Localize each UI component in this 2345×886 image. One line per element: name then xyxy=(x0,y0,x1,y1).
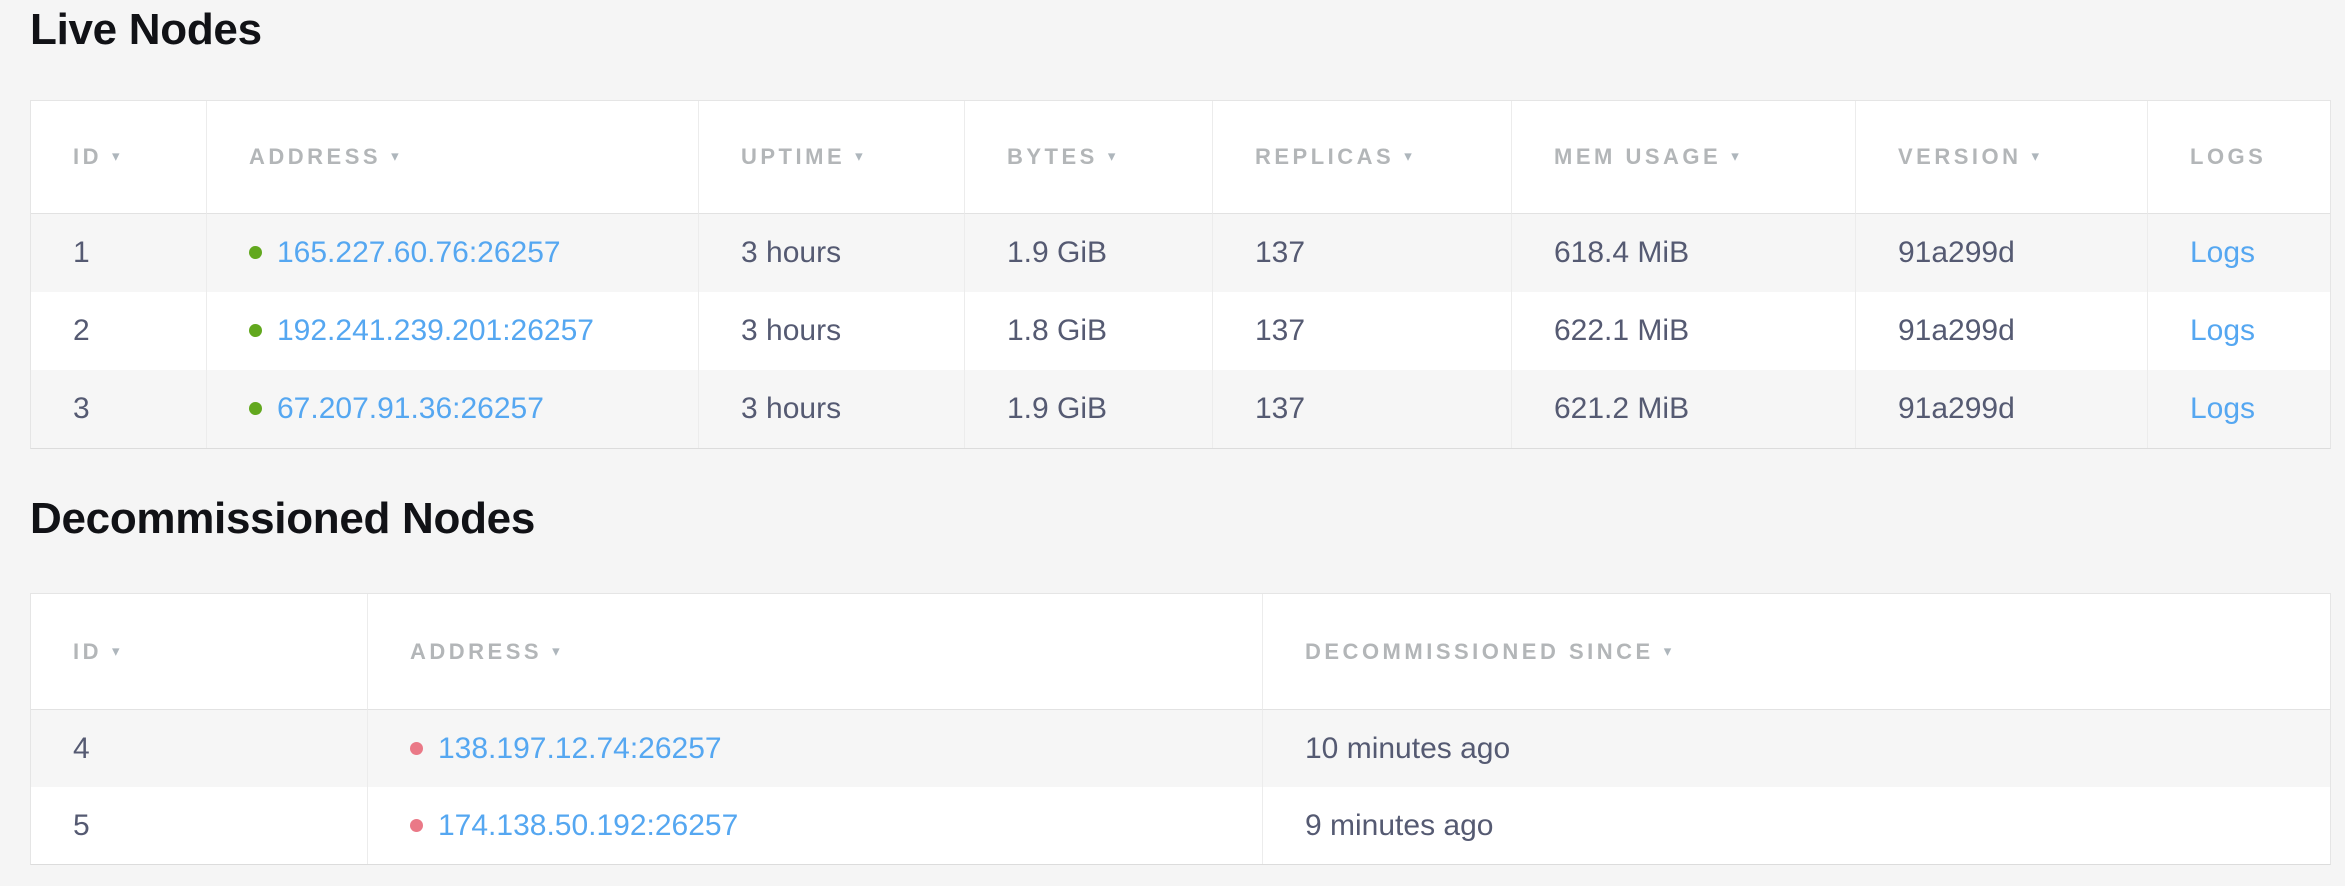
cell-mem-usage: 622.1 MiB xyxy=(1511,292,1855,370)
cell-logs: Logs xyxy=(2147,292,2330,370)
cell-uptime: 3 hours xyxy=(698,214,964,292)
sort-arrow-icon: ▾ xyxy=(1664,643,1672,660)
nodes-page: Live Nodes ID ▾ ADDRESS ▾ UPTIME ▾ BYTES ▾ R… xyxy=(0,0,2345,886)
cell-mem-usage: 618.4 MiB xyxy=(1511,214,1855,292)
node-address-link[interactable]: 165.227.60.76:26257 xyxy=(277,236,561,269)
cell-node-id: 2 xyxy=(31,292,206,370)
sort-arrow-icon: ▾ xyxy=(1108,148,1116,165)
cell-decommissioned-since: 10 minutes ago xyxy=(1262,710,2330,787)
sort-arrow-icon: ▾ xyxy=(855,148,863,165)
decommissioned-status-dot-icon xyxy=(410,819,423,832)
column-header-uptime[interactable]: UPTIME ▾ xyxy=(698,101,964,214)
column-header-label: ID xyxy=(73,144,102,169)
live-status-dot-icon xyxy=(249,402,262,415)
decommissioned-nodes-title: Decommissioned Nodes xyxy=(30,491,535,547)
column-header-version[interactable]: VERSION ▾ xyxy=(1855,101,2147,214)
cell-version: 91a299d xyxy=(1855,292,2147,370)
cell-replicas: 137 xyxy=(1212,292,1511,370)
column-header-label: REPLICAS xyxy=(1255,144,1394,169)
cell-replicas: 137 xyxy=(1212,370,1511,448)
column-header-label: ADDRESS xyxy=(410,639,542,664)
cell-node-id: 4 xyxy=(31,710,367,787)
table-header-row: ID ▾ ADDRESS ▾ UPTIME ▾ BYTES ▾ REPLICAS ▾ ME… xyxy=(31,101,2330,214)
column-header-logs: LOGS xyxy=(2147,101,2330,214)
cell-bytes: 1.8 GiB xyxy=(964,292,1212,370)
sort-arrow-icon: ▾ xyxy=(2032,148,2040,165)
column-header-mem-usage[interactable]: MEM USAGE ▾ xyxy=(1511,101,1855,214)
column-header-label: DECOMMISSIONED SINCE xyxy=(1305,639,1654,664)
cell-node-address: 174.138.50.192:26257 xyxy=(367,787,1262,864)
column-header-label: UPTIME xyxy=(741,144,845,169)
cell-version: 91a299d xyxy=(1855,214,2147,292)
live-status-dot-icon xyxy=(249,324,262,337)
decommissioned-nodes-table: ID ▾ ADDRESS ▾ DECOMMISSIONED SINCE ▾ 4 138… xyxy=(30,593,2331,865)
sort-arrow-icon: ▾ xyxy=(552,643,560,660)
cell-decommissioned-since: 9 minutes ago xyxy=(1262,787,2330,864)
cell-uptime: 3 hours xyxy=(698,292,964,370)
cell-mem-usage: 621.2 MiB xyxy=(1511,370,1855,448)
sort-arrow-icon: ▾ xyxy=(112,148,120,165)
cell-node-address: 165.227.60.76:26257 xyxy=(206,214,698,292)
cell-node-address: 67.207.91.36:26257 xyxy=(206,370,698,448)
live-nodes-table: ID ▾ ADDRESS ▾ UPTIME ▾ BYTES ▾ REPLICAS ▾ ME… xyxy=(30,100,2331,449)
cell-bytes: 1.9 GiB xyxy=(964,370,1212,448)
cell-node-id: 3 xyxy=(31,370,206,448)
live-status-dot-icon xyxy=(249,246,262,259)
cell-node-id: 1 xyxy=(31,214,206,292)
cell-version: 91a299d xyxy=(1855,370,2147,448)
logs-link[interactable]: Logs xyxy=(2190,314,2255,347)
column-header-id[interactable]: ID ▾ xyxy=(31,101,206,214)
table-row: 5 174.138.50.192:26257 9 minutes ago xyxy=(31,787,2330,864)
sort-arrow-icon: ▾ xyxy=(391,148,399,165)
sort-arrow-icon: ▾ xyxy=(1404,148,1412,165)
column-header-address[interactable]: ADDRESS ▾ xyxy=(367,594,1262,710)
decommissioned-status-dot-icon xyxy=(410,742,423,755)
table-row: 2 192.241.239.201:26257 3 hours 1.8 GiB … xyxy=(31,292,2330,370)
sort-arrow-icon: ▾ xyxy=(1731,148,1739,165)
logs-link[interactable]: Logs xyxy=(2190,236,2255,269)
column-header-label: ID xyxy=(73,639,102,664)
column-header-decommissioned-since[interactable]: DECOMMISSIONED SINCE ▾ xyxy=(1262,594,2330,710)
cell-bytes: 1.9 GiB xyxy=(964,214,1212,292)
live-nodes-title: Live Nodes xyxy=(30,2,262,58)
node-address-link[interactable]: 192.241.239.201:26257 xyxy=(277,314,594,347)
cell-replicas: 137 xyxy=(1212,214,1511,292)
node-address-link[interactable]: 174.138.50.192:26257 xyxy=(438,809,738,842)
cell-uptime: 3 hours xyxy=(698,370,964,448)
column-header-label: MEM USAGE xyxy=(1554,144,1721,169)
table-row: 4 138.197.12.74:26257 10 minutes ago xyxy=(31,710,2330,787)
column-header-id[interactable]: ID ▾ xyxy=(31,594,367,710)
column-header-replicas[interactable]: REPLICAS ▾ xyxy=(1212,101,1511,214)
column-header-label: VERSION xyxy=(1898,144,2022,169)
logs-link[interactable]: Logs xyxy=(2190,392,2255,425)
table-header-row: ID ▾ ADDRESS ▾ DECOMMISSIONED SINCE ▾ xyxy=(31,594,2330,710)
cell-node-id: 5 xyxy=(31,787,367,864)
node-address-link[interactable]: 138.197.12.74:26257 xyxy=(438,732,722,765)
sort-arrow-icon: ▾ xyxy=(112,643,120,660)
column-header-label: ADDRESS xyxy=(249,144,381,169)
cell-logs: Logs xyxy=(2147,214,2330,292)
column-header-bytes[interactable]: BYTES ▾ xyxy=(964,101,1212,214)
node-address-link[interactable]: 67.207.91.36:26257 xyxy=(277,392,544,425)
cell-logs: Logs xyxy=(2147,370,2330,448)
column-header-label: BYTES xyxy=(1007,144,1098,169)
column-header-address[interactable]: ADDRESS ▾ xyxy=(206,101,698,214)
table-row: 3 67.207.91.36:26257 3 hours 1.9 GiB 137… xyxy=(31,370,2330,448)
cell-node-address: 138.197.12.74:26257 xyxy=(367,710,1262,787)
cell-node-address: 192.241.239.201:26257 xyxy=(206,292,698,370)
table-row: 1 165.227.60.76:26257 3 hours 1.9 GiB 13… xyxy=(31,214,2330,292)
column-header-label: LOGS xyxy=(2190,144,2266,169)
